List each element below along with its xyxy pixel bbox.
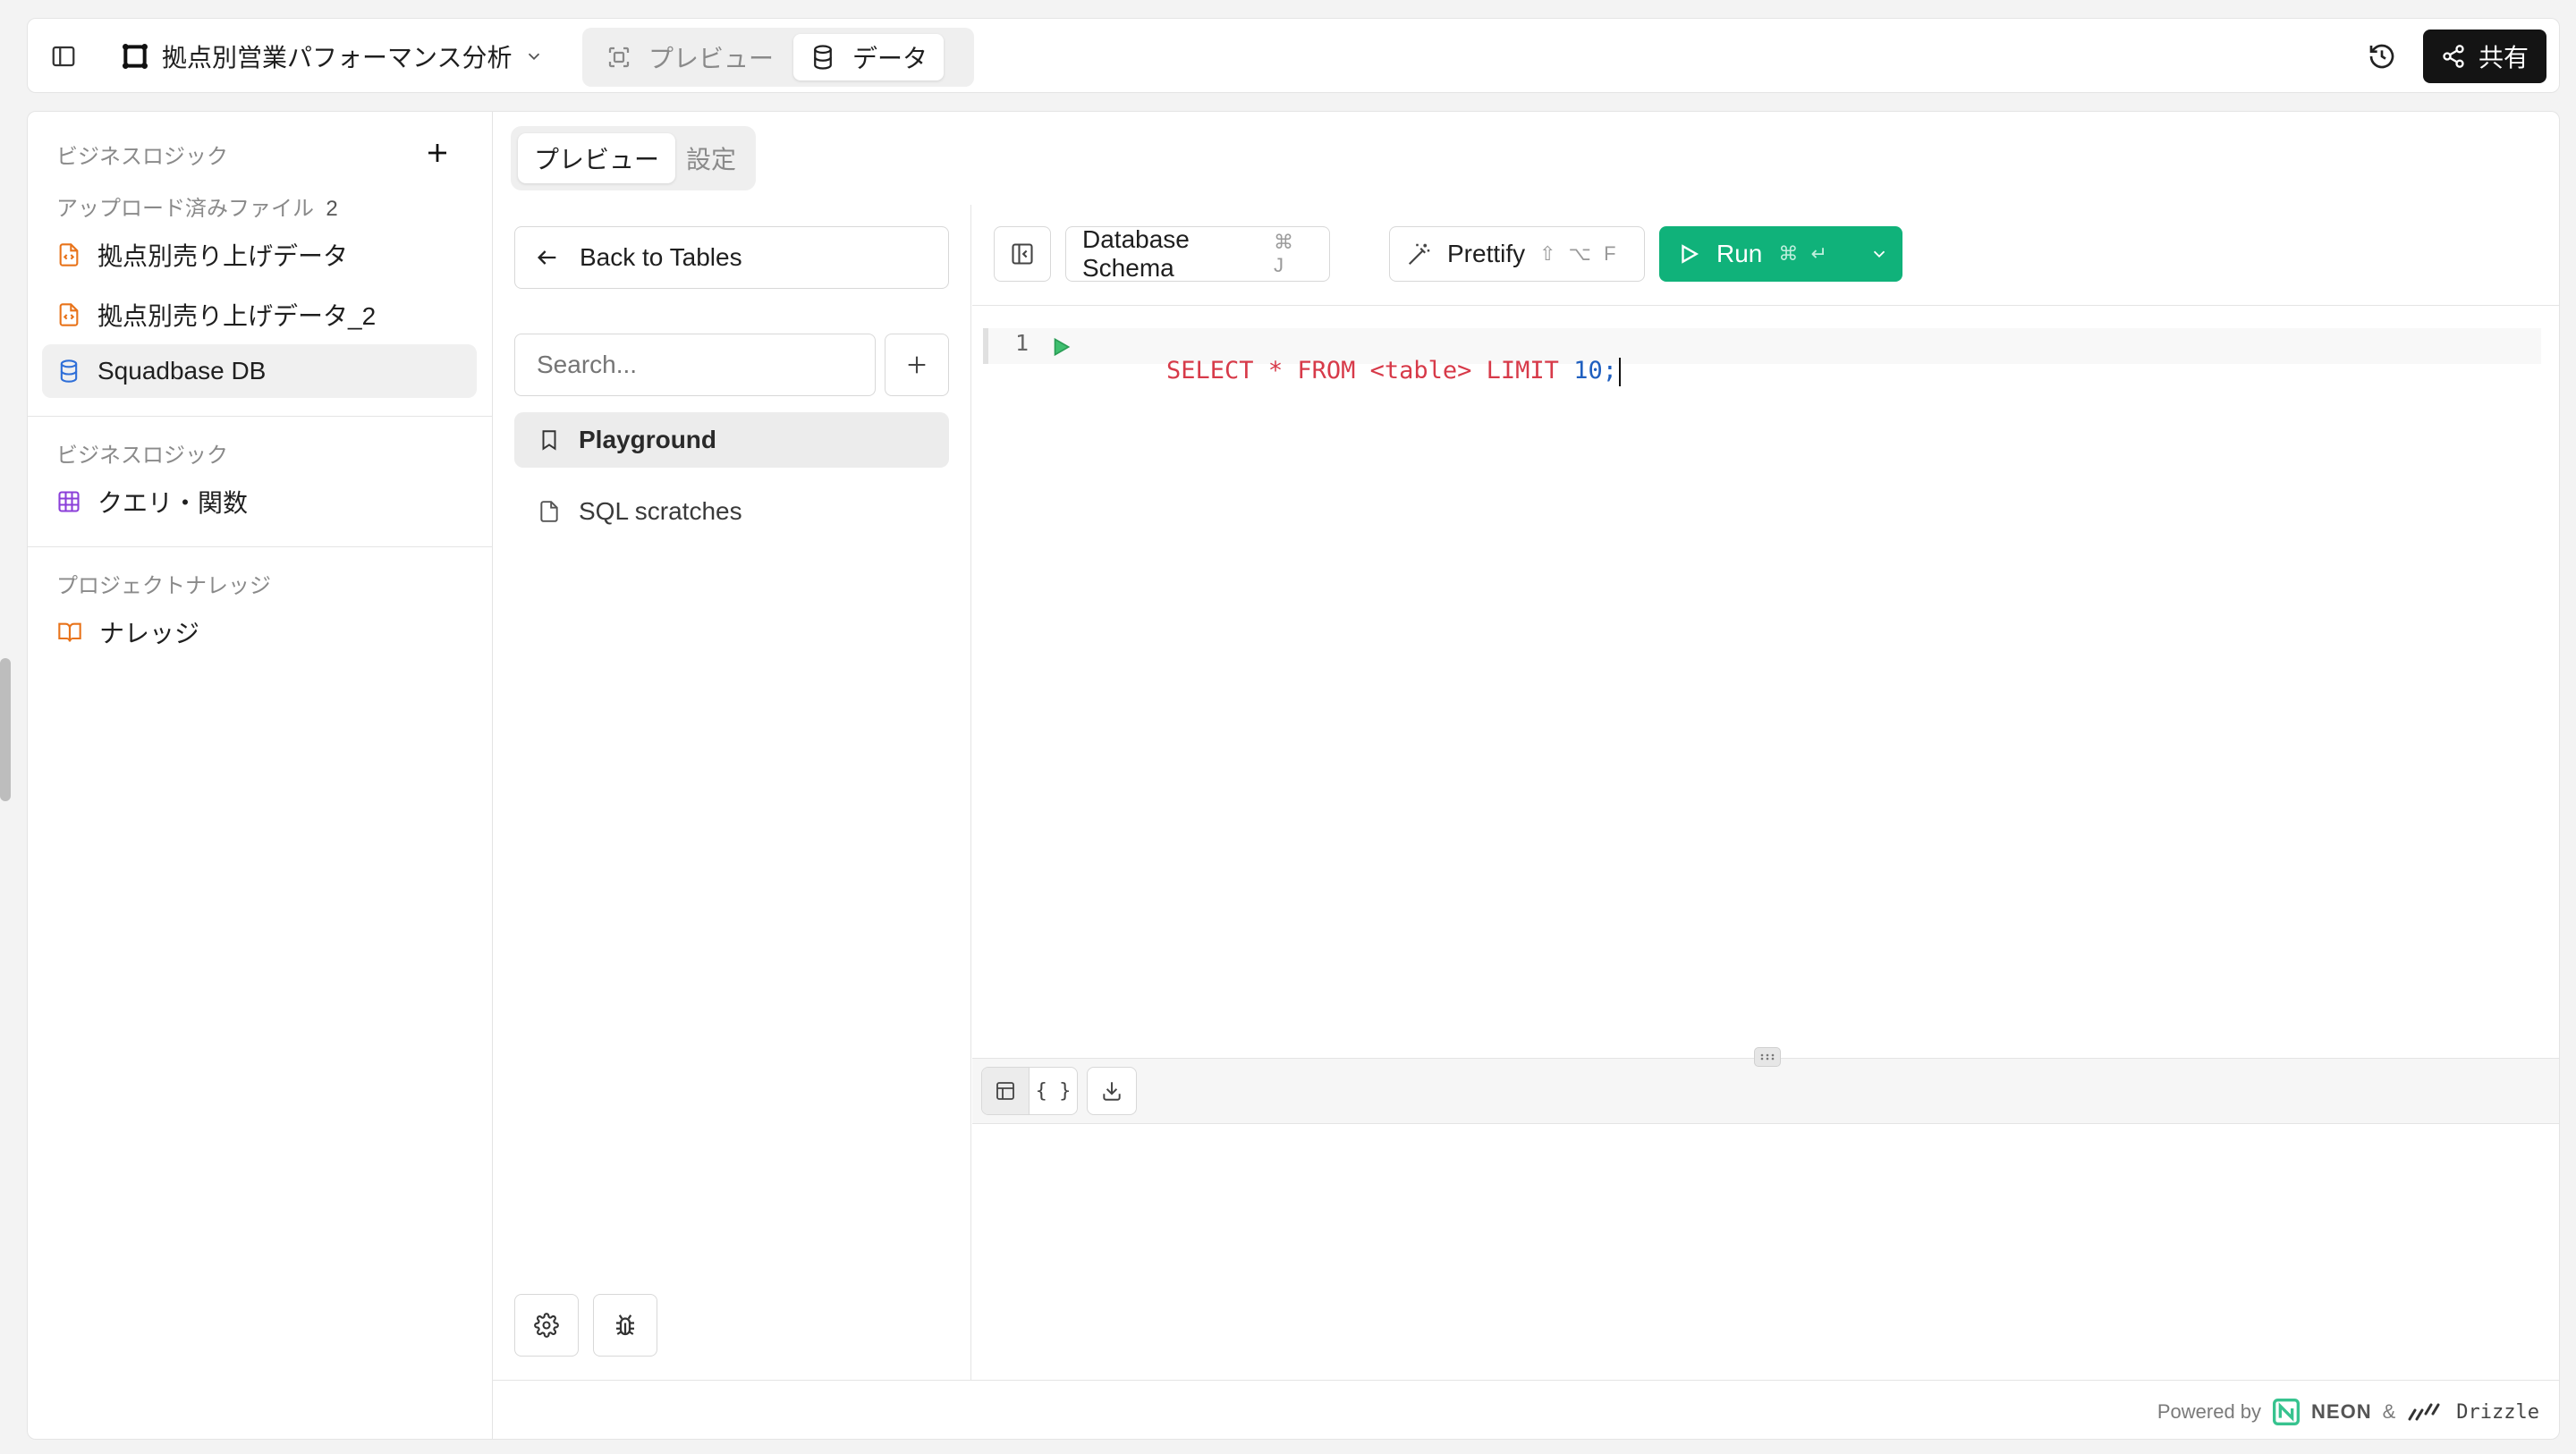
table-icon <box>996 1082 1014 1100</box>
play-icon <box>1054 337 1071 357</box>
database-schema-button[interactable]: Database Schema ⌘ J <box>1065 225 1330 282</box>
tab-subpreview[interactable]: プレビュー <box>518 133 676 183</box>
shortcut-label: ⌘ J <box>1274 231 1298 276</box>
neon-logo-icon <box>2273 1399 2301 1425</box>
magic-wand-icon <box>1408 243 1430 266</box>
sidebar-item-queries[interactable]: クエリ・関数 <box>42 475 477 528</box>
nav-item-playground[interactable]: Playground <box>514 412 949 468</box>
download-icon <box>1103 1082 1121 1101</box>
json-view-button[interactable]: { } <box>1030 1068 1077 1114</box>
tab-preview[interactable]: プレビュー <box>589 34 790 80</box>
chevron-down-icon <box>1873 250 1885 258</box>
file-icon <box>540 501 558 522</box>
prettify-button[interactable]: Prettify ⇧ ⌥ F <box>1389 226 1645 282</box>
sidebar-icon <box>52 46 75 67</box>
sidebar-item-knowledge[interactable]: ナレッジ <box>42 605 477 659</box>
debug-button[interactable] <box>593 1294 657 1357</box>
uploaded-count: 2 <box>326 197 338 221</box>
sql-punctuation-token: ; <box>1602 357 1617 385</box>
grip-icon <box>1760 1053 1775 1061</box>
chevron-down-icon <box>529 53 540 61</box>
top-bar: 拠点別営業パフォーマンス分析 プレビュー データ 共有 <box>27 18 2560 93</box>
add-button[interactable] <box>419 135 455 171</box>
plus-icon <box>908 356 926 374</box>
main-panel: ビジネスロジック アップロード済みファイル 2 拠点別売り上げデータ 拠点別売り… <box>27 111 2560 1440</box>
results-toolbar <box>972 1058 2559 1124</box>
section-project-knowledge-label: プロジェクトナレッジ <box>56 574 271 598</box>
share-button[interactable]: 共有 <box>2423 30 2546 83</box>
search-input[interactable] <box>514 334 876 396</box>
footer-divider <box>493 1380 2559 1381</box>
project-name: 拠点別営業パフォーマンス分析 <box>162 44 513 72</box>
tab-data[interactable]: データ <box>793 34 945 80</box>
table-view-button[interactable] <box>982 1068 1030 1114</box>
text-cursor <box>1618 357 1621 386</box>
sidebar-divider <box>28 546 493 547</box>
shortcut-label: ⇧ ⌥ F <box>1539 242 1620 265</box>
drizzle-wordmark: Drizzle <box>2456 1400 2539 1424</box>
uploaded-files-label: アップロード済みファイル 2 <box>56 197 338 221</box>
sql-keyword-token: SELECT * FROM <table> LIMIT <box>1166 357 1574 385</box>
play-icon <box>1682 244 1699 264</box>
sidebar: ビジネスロジック アップロード済みファイル 2 拠点別売り上げデータ 拠点別売り… <box>28 112 493 1439</box>
view-toggle: プレビュー データ <box>582 28 974 87</box>
database-icon <box>814 45 832 70</box>
code-file-icon <box>59 303 79 326</box>
section-business-logic-2-label: ビジネスロジック <box>56 444 228 468</box>
sidebar-item-file-2[interactable]: 拠点別売り上げデータ_2 <box>42 288 477 342</box>
run-line-button[interactable] <box>1046 332 1076 362</box>
sql-number-token: 10 <box>1573 357 1603 385</box>
line-number: 1 <box>1015 330 1030 356</box>
run-options-dropdown[interactable] <box>1856 226 1902 282</box>
bug-icon <box>616 1315 634 1336</box>
back-to-tables-button[interactable]: Back to Tables <box>514 226 949 289</box>
neon-wordmark: NEON <box>2311 1400 2372 1423</box>
sidebar-toggle-button[interactable] <box>44 37 83 76</box>
project-logo-icon <box>123 44 148 69</box>
history-button[interactable] <box>2362 37 2402 76</box>
section-business-logic-label: ビジネスロジック <box>56 145 228 169</box>
code-file-icon <box>59 243 79 266</box>
sidebar-item-squadbase-db[interactable]: Squadbase DB <box>42 344 477 398</box>
download-button[interactable] <box>1087 1067 1137 1115</box>
data-subtabs: プレビュー 設定 <box>511 126 756 190</box>
add-query-button[interactable] <box>885 334 949 396</box>
toggle-panel-button[interactable] <box>994 226 1051 282</box>
editor-top-divider <box>972 305 2559 306</box>
settings-button[interactable] <box>514 1294 579 1357</box>
scan-icon <box>608 46 630 68</box>
share-icon <box>2443 45 2464 68</box>
braces-icon: { } <box>1035 1079 1072 1103</box>
sidebar-divider <box>28 416 493 417</box>
nav-item-sql-scratches[interactable]: SQL scratches <box>514 484 949 539</box>
sidebar-item-file-1[interactable]: 拠点別売り上げデータ <box>42 228 477 282</box>
table-icon <box>58 491 80 512</box>
book-open-icon <box>58 622 81 642</box>
page-scrollbar[interactable] <box>0 658 11 801</box>
arrow-left-icon <box>538 250 556 265</box>
tab-settings[interactable]: 設定 <box>670 133 752 183</box>
resize-handle[interactable] <box>1754 1047 1781 1067</box>
results-view-toggle: { } <box>981 1067 1078 1115</box>
project-selector[interactable]: 拠点別営業パフォーマンス分析 <box>121 38 544 74</box>
column-divider <box>970 205 971 1380</box>
powered-by: Powered by NEON & Drizzle <box>2157 1398 2539 1426</box>
run-button[interactable]: Run ⌘ ↵ <box>1659 226 1902 282</box>
database-icon <box>60 359 78 383</box>
bookmark-icon <box>542 430 556 451</box>
history-icon <box>2369 44 2394 69</box>
sql-editor[interactable]: SELECT * FROM <table> LIMIT 10; <box>1108 329 1621 414</box>
plus-icon <box>428 144 446 162</box>
shortcut-label: ⌘ ↵ <box>1778 242 1831 265</box>
panel-left-icon <box>1012 243 1033 265</box>
gear-icon <box>534 1313 559 1338</box>
drizzle-logo-icon <box>2408 1403 2440 1421</box>
